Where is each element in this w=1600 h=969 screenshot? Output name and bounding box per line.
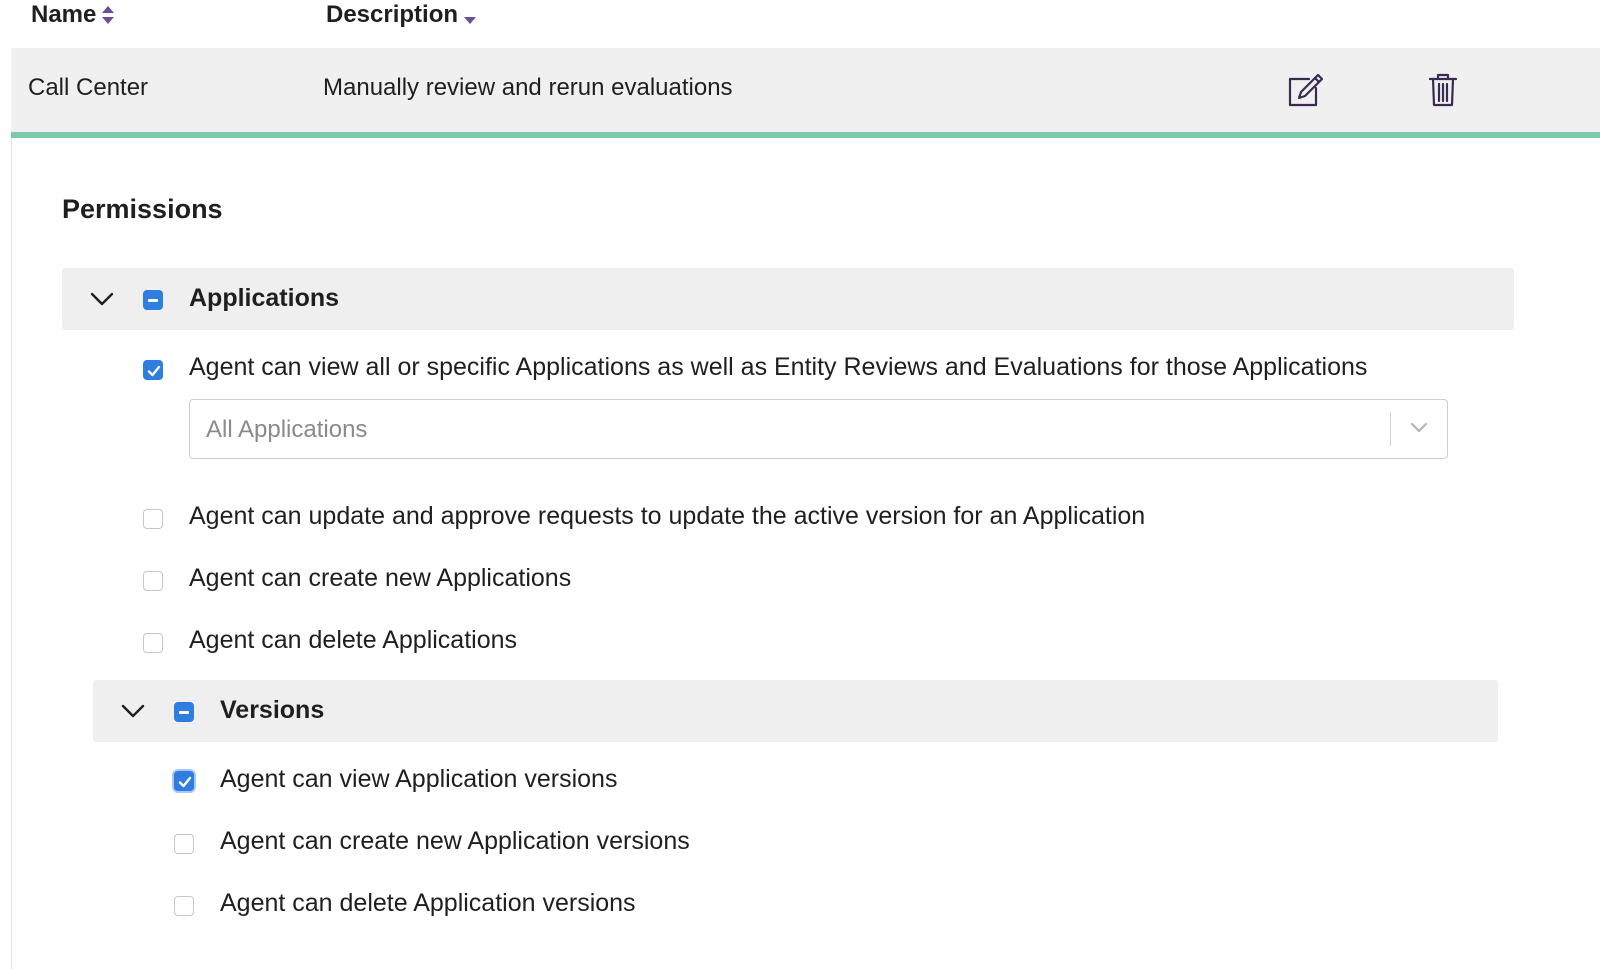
trash-icon[interactable] <box>1428 72 1458 108</box>
column-header-name-label: Name <box>31 1 97 28</box>
chevron-down-icon[interactable] <box>90 291 114 307</box>
role-description: Manually review and rerun evaluations <box>323 74 733 101</box>
chevron-down-icon[interactable] <box>1409 420 1429 434</box>
applications-group-checkbox[interactable] <box>143 290 163 310</box>
role-name: Call Center <box>28 74 149 101</box>
permission-checkbox-delete-versions[interactable] <box>174 896 194 916</box>
permission-checkbox-delete-applications[interactable] <box>143 633 163 653</box>
permission-label-create-applications: Agent can create new Applications <box>189 564 572 592</box>
permission-label-create-versions: Agent can create new Application version… <box>220 827 690 855</box>
permission-label-delete-applications: Agent can delete Applications <box>189 626 518 654</box>
column-header-description[interactable]: Description <box>326 1 478 29</box>
permissions-title: Permissions <box>62 194 223 224</box>
permission-checkbox-create-applications[interactable] <box>143 571 163 591</box>
sort-descending-icon <box>462 4 478 26</box>
group-title-applications: Applications <box>189 284 340 312</box>
permission-label-view-applications: Agent can view all or specific Applicati… <box>189 353 1368 381</box>
application-scope-value: All Applications <box>206 416 368 443</box>
sort-icon <box>100 4 116 26</box>
permission-checkbox-view-versions[interactable] <box>174 771 194 791</box>
column-header-description-label: Description <box>326 1 459 28</box>
permission-checkbox-create-versions[interactable] <box>174 834 194 854</box>
group-title-versions: Versions <box>220 696 325 724</box>
permission-checkbox-update-active-version[interactable] <box>143 509 163 529</box>
select-separator <box>1390 412 1391 446</box>
permission-label-update-active-version: Agent can update and approve requests to… <box>189 502 1146 530</box>
application-scope-select[interactable]: All Applications <box>189 399 1448 459</box>
table-row[interactable]: Call Center Manually review and rerun ev… <box>11 48 1600 138</box>
permission-label-delete-versions: Agent can delete Application versions <box>220 889 636 917</box>
column-header-name[interactable]: Name <box>31 1 116 29</box>
permission-checkbox-view-applications[interactable] <box>143 360 163 380</box>
chevron-down-icon[interactable] <box>121 703 145 719</box>
edit-icon[interactable] <box>1285 72 1325 108</box>
permission-label-view-versions: Agent can view Application versions <box>220 765 618 793</box>
versions-group-checkbox[interactable] <box>174 702 194 722</box>
